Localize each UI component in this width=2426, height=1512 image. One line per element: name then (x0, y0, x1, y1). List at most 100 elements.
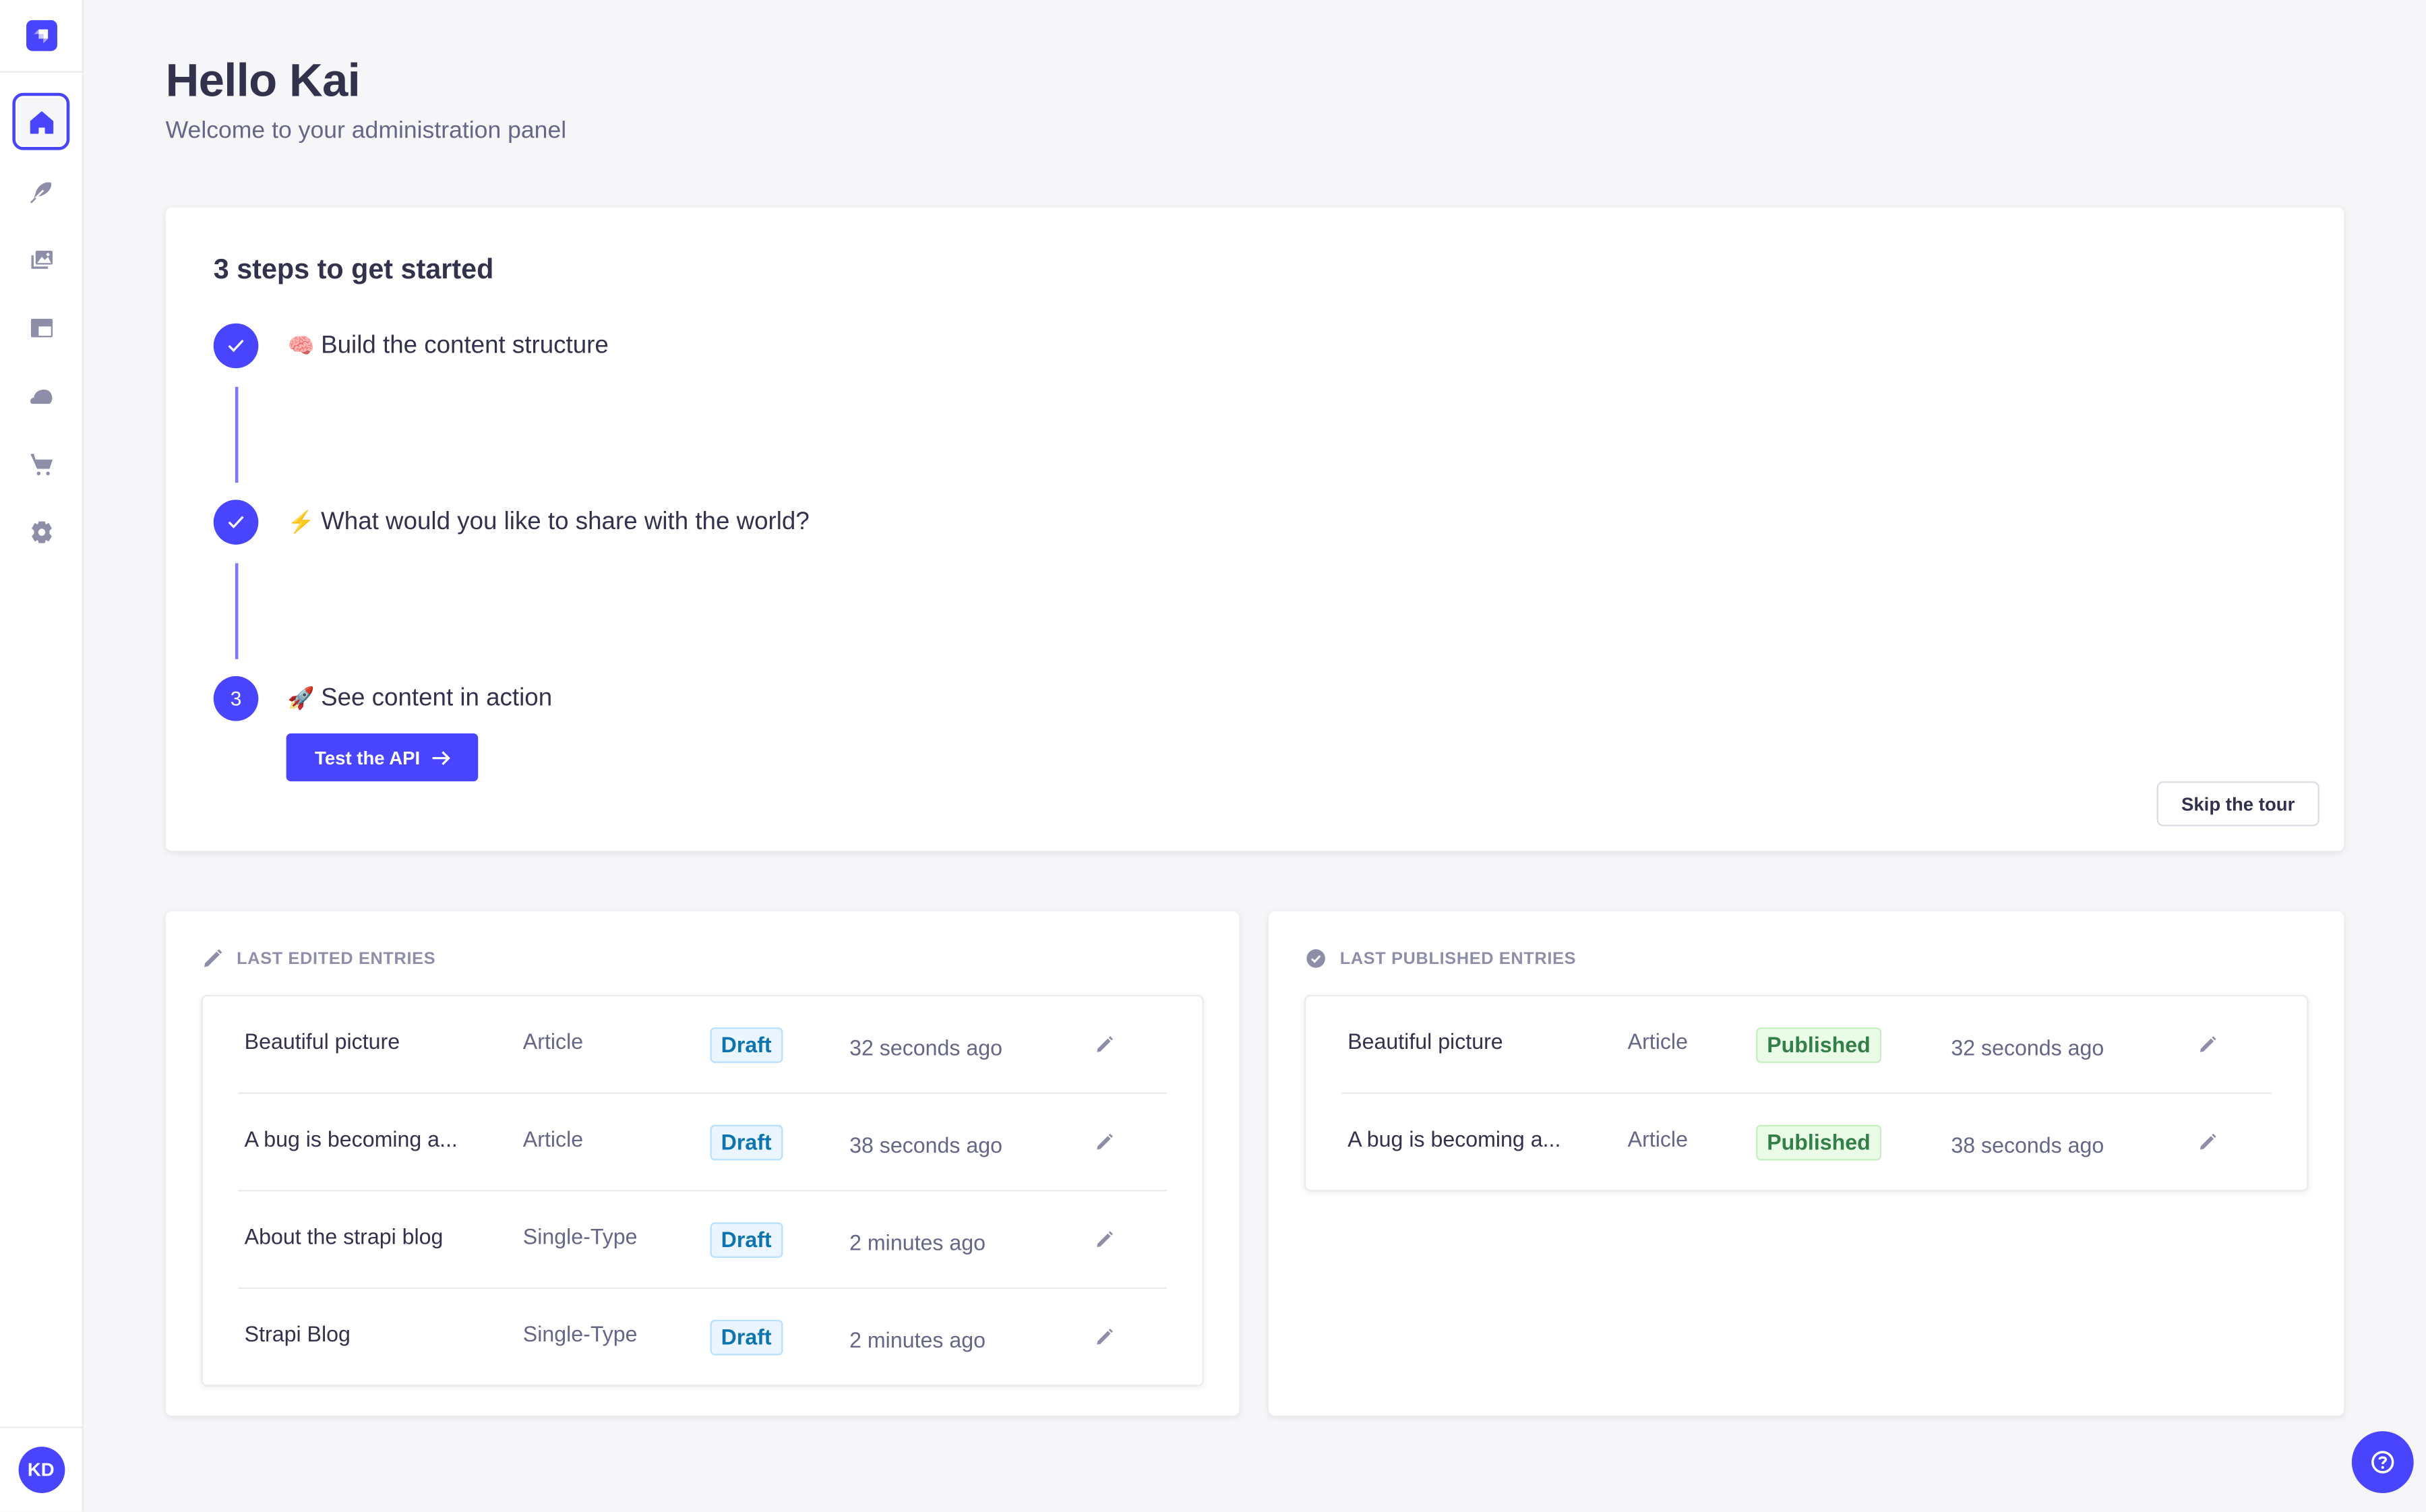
entry-type: Article (522, 1126, 584, 1151)
main-content: Hello Kai Welcome to your administration… (84, 0, 2426, 1512)
entry-updated-time: 2 minutes ago (849, 1327, 985, 1353)
entry-status: Draft (710, 1289, 783, 1385)
onboarding-step-1: 🧠 Build the content structure (213, 323, 609, 369)
help-icon (2371, 1451, 2394, 1474)
last-edited-card: LAST EDITED ENTRIES Beautiful picture Art… (165, 911, 1240, 1416)
entry-title: Strapi Blog (244, 1321, 351, 1346)
table-row[interactable]: Beautiful picture Article Draft 32 seconds … (238, 996, 1167, 1094)
step-label: 🧠 Build the content structure (288, 332, 609, 359)
status-badge: Draft (710, 1124, 783, 1160)
onboarding-card: 3 steps to get started 🧠 Build the conten… (165, 207, 2344, 851)
status-badge: Published (1756, 1124, 1881, 1160)
app-root: KD Hello Kai Welcome to your administrat… (0, 0, 2426, 1512)
sidebar: KD (0, 0, 84, 1512)
pencil-icon (2200, 1036, 2216, 1052)
home-icon (29, 111, 53, 133)
onboarding-step-3: 3 🚀 See content in action (213, 676, 552, 721)
page-title: Hello Kai (165, 55, 361, 107)
pencil-icon (1097, 1328, 1114, 1345)
entry-status: Published (1756, 1094, 1881, 1190)
entry-status: Draft (710, 996, 783, 1092)
page-subtitle: Welcome to your administration panel (165, 117, 567, 144)
edit-entry-button[interactable] (1095, 1191, 1114, 1287)
last-published-header: LAST PUBLISHED ENTRIES (1306, 948, 1576, 969)
test-api-label: Test the API (315, 746, 421, 768)
entry-updated-time: 38 seconds ago (1951, 1132, 2104, 1157)
logo-area (0, 0, 82, 73)
table-row[interactable]: A bug is becoming a... Article Published 38… (1341, 1094, 2271, 1190)
entry-type: Single-Type (522, 1223, 638, 1249)
sidebar-item-plugins[interactable] (15, 370, 67, 423)
entry-status: Published (1756, 996, 1881, 1092)
sidebar-item-marketplace[interactable] (15, 438, 67, 491)
step-text: Build the content structure (321, 332, 609, 359)
table-row[interactable]: Strapi Blog Single-Type Draft 2 minutes ago (238, 1289, 1166, 1385)
entry-title: Beautiful picture (244, 1029, 400, 1054)
edit-entry-button[interactable] (1095, 1289, 1114, 1385)
step-text: What would you like to share with the wo… (321, 508, 810, 535)
onboarding-title: 3 steps to get started (213, 253, 494, 285)
sidebar-item-content-manager[interactable] (15, 166, 67, 218)
step-done-marker (213, 500, 259, 545)
sidebar-nav (0, 73, 82, 559)
edit-entry-button[interactable] (1095, 996, 1114, 1092)
step-label: 🚀 See content in action (288, 685, 552, 713)
table-row[interactable]: About the strapi blog Single-Type Draft 2 m… (238, 1191, 1167, 1289)
entry-type: Article (522, 1029, 584, 1054)
step-label: ⚡ What would you like to share with the w… (288, 508, 810, 536)
sidebar-item-media-library[interactable] (15, 234, 67, 286)
step-done-marker (213, 323, 259, 369)
check-icon (228, 516, 244, 528)
test-api-button[interactable]: Test the API (286, 733, 479, 782)
entry-updated-time: 2 minutes ago (849, 1230, 985, 1255)
cart-icon (30, 454, 52, 476)
sidebar-footer: KD (0, 1426, 82, 1511)
edit-entry-button[interactable] (2199, 996, 2218, 1092)
last-edited-table: Beautiful picture Article Draft 32 seconds … (201, 994, 1204, 1387)
entry-type: Article (1627, 1029, 1688, 1054)
feather-icon (29, 182, 51, 204)
entry-title: A bug is becoming a... (244, 1126, 458, 1151)
last-edited-title: LAST EDITED ENTRIES (237, 949, 436, 968)
help-button[interactable] (2351, 1431, 2414, 1493)
entry-title: Beautiful picture (1347, 1029, 1503, 1054)
last-edited-header: LAST EDITED ENTRIES (203, 948, 436, 969)
check-circle-icon (1306, 949, 1325, 968)
entry-type: Article (1627, 1126, 1688, 1151)
status-badge: Draft (710, 1319, 783, 1355)
pencil-icon (204, 949, 222, 967)
table-row[interactable]: A bug is becoming a... Article Draft 38 sec… (238, 1094, 1167, 1192)
cloud-icon (29, 389, 52, 404)
sidebar-item-content-type-builder[interactable] (15, 302, 67, 355)
check-icon (228, 339, 244, 353)
user-avatar[interactable]: KD (18, 1447, 65, 1493)
edit-entry-button[interactable] (1095, 1094, 1114, 1190)
gear-icon (30, 521, 51, 543)
pencil-icon (1097, 1231, 1114, 1248)
sidebar-item-settings[interactable] (15, 506, 67, 559)
entry-updated-time: 32 seconds ago (1951, 1035, 2104, 1060)
images-icon (30, 250, 52, 269)
strapi-logo-icon[interactable] (25, 20, 57, 51)
pencil-icon (2200, 1133, 2216, 1150)
entry-status: Draft (710, 1191, 783, 1287)
last-published-title: LAST PUBLISHED ENTRIES (1339, 949, 1577, 968)
entry-status: Draft (710, 1094, 783, 1190)
layout-icon (30, 318, 52, 338)
step-text: See content in action (321, 684, 553, 711)
rocket-icon: 🚀 (287, 684, 315, 710)
status-badge: Draft (710, 1221, 783, 1257)
last-published-card: LAST PUBLISHED ENTRIES Beautiful picture… (1269, 911, 2344, 1416)
brain-icon: 🧠 (287, 332, 315, 357)
entry-updated-time: 32 seconds ago (849, 1035, 1003, 1060)
entry-type: Single-Type (522, 1321, 638, 1346)
pencil-icon (1097, 1133, 1114, 1150)
skip-tour-button[interactable]: Skip the tour (2156, 781, 2319, 826)
edit-entry-button[interactable] (2199, 1094, 2218, 1190)
step-number-marker: 3 (213, 676, 259, 721)
sidebar-item-home[interactable] (12, 92, 70, 150)
table-row[interactable]: Beautiful picture Article Published 32 seco… (1341, 996, 2272, 1094)
last-published-table: Beautiful picture Article Published 32 seco… (1304, 994, 2309, 1192)
lightning-icon: ⚡ (287, 508, 315, 533)
entry-title: About the strapi blog (244, 1223, 444, 1249)
